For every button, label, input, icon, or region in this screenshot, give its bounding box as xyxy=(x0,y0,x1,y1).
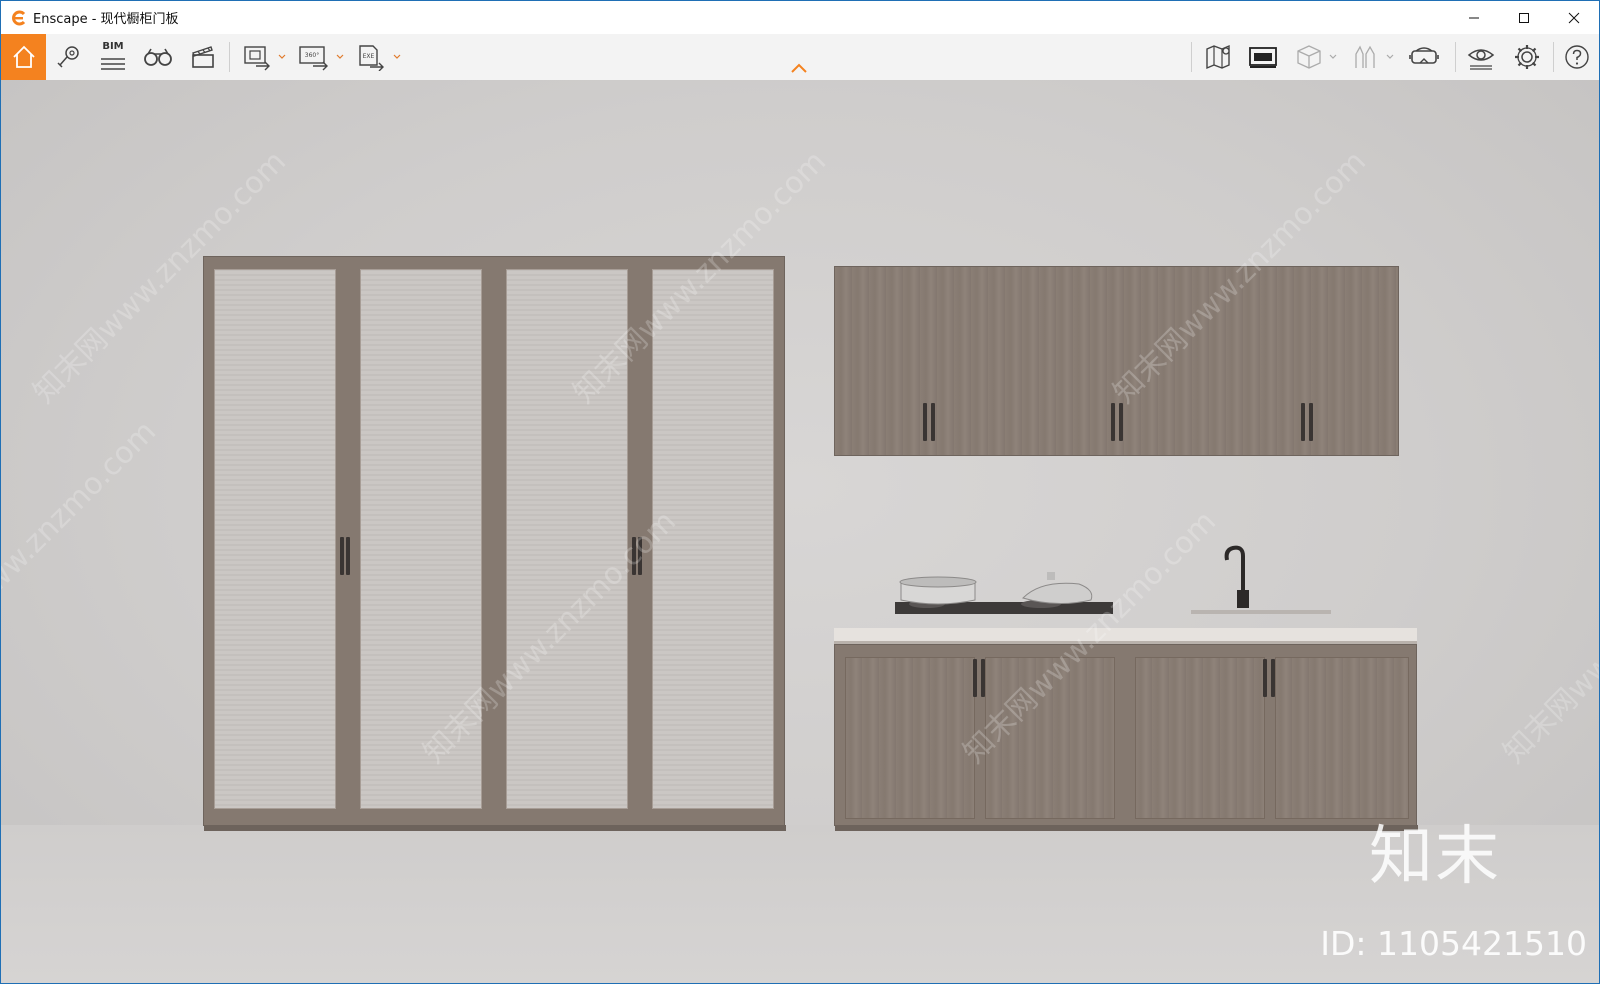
watermark: 知末网www.znzmo.com xyxy=(1496,504,1600,771)
separator xyxy=(1553,42,1554,72)
minimize-icon xyxy=(1469,17,1479,19)
asset-library-icon xyxy=(1249,47,1277,68)
asset-id: ID: 1105421510 xyxy=(1320,924,1587,963)
asset-library-button[interactable] xyxy=(1245,34,1281,80)
countertop xyxy=(834,628,1417,644)
close-button[interactable] xyxy=(1549,1,1599,35)
door-handle xyxy=(931,403,935,441)
export-exe-icon: EXE xyxy=(359,45,384,71)
video-editor-button[interactable] xyxy=(185,34,221,80)
visual-settings-button[interactable] xyxy=(1463,34,1499,80)
vr-button[interactable] xyxy=(1405,34,1443,80)
wok xyxy=(1022,582,1093,605)
people-button[interactable] xyxy=(1347,34,1383,80)
door-handle xyxy=(1111,403,1115,441)
render-panorama-dropdown-icon[interactable] xyxy=(335,51,345,61)
home-icon xyxy=(12,45,35,68)
vr-headset-icon xyxy=(1409,47,1439,64)
brand-watermark: 知末 xyxy=(1369,820,1501,894)
door-handle xyxy=(973,659,977,697)
tall-wardrobe xyxy=(203,256,786,831)
door-handle xyxy=(981,659,985,697)
window-controls xyxy=(1449,1,1599,35)
sink-basin xyxy=(1191,610,1331,614)
wardrobe-door xyxy=(214,269,336,809)
door-handle xyxy=(340,537,344,575)
door-handle xyxy=(1119,403,1123,441)
bim-icon xyxy=(101,58,125,70)
cube-icon xyxy=(1297,45,1321,69)
views-button[interactable] xyxy=(51,34,87,80)
exe-label: EXE xyxy=(363,53,375,60)
close-icon xyxy=(1568,12,1580,24)
maximize-button[interactable] xyxy=(1499,1,1549,35)
map-button[interactable] xyxy=(1201,34,1237,80)
help-icon xyxy=(1565,45,1589,69)
base-cabinet-door xyxy=(1135,657,1265,819)
collapse-toolbar-chevron-icon[interactable] xyxy=(790,62,808,74)
separator xyxy=(229,42,230,72)
people-icon xyxy=(1355,45,1375,68)
door-handle xyxy=(1309,403,1313,441)
help-button[interactable] xyxy=(1559,34,1595,80)
door-handle xyxy=(1263,659,1267,697)
cabinet-plinth xyxy=(835,825,1418,831)
home-button[interactable] xyxy=(1,34,46,80)
panorama-label: 360° xyxy=(305,52,319,59)
door-handle xyxy=(923,403,927,441)
render-image-dropdown-icon[interactable] xyxy=(277,51,287,61)
render-viewport[interactable]: 知末网www.znzmo.com 知末网www.znzmo.com 知末网www… xyxy=(0,80,1600,984)
door-handle xyxy=(1301,403,1305,441)
bim-label: BIM xyxy=(102,41,124,52)
enscape-logo-icon xyxy=(12,10,26,25)
export-exe-button[interactable]: EXE xyxy=(353,34,389,80)
clapperboard-icon xyxy=(192,46,214,68)
title-bar: Enscape - 现代橱柜门板 xyxy=(0,0,1600,34)
wall-cabinet xyxy=(834,266,1399,456)
door-handle xyxy=(1271,659,1275,697)
maximize-icon xyxy=(1519,13,1529,23)
eye-icon xyxy=(1467,49,1495,70)
people-dropdown-icon[interactable] xyxy=(1385,51,1395,61)
cube-button[interactable] xyxy=(1291,34,1327,80)
separator xyxy=(1455,42,1456,72)
map-icon xyxy=(1206,44,1230,70)
location-views-icon xyxy=(57,46,79,68)
cube-dropdown-icon[interactable] xyxy=(1328,51,1338,61)
export-exe-dropdown-icon[interactable] xyxy=(392,51,402,61)
door-handle xyxy=(346,537,350,575)
minimize-button[interactable] xyxy=(1449,1,1499,35)
window-title: Enscape - 现代橱柜门板 xyxy=(33,12,179,27)
base-cabinet xyxy=(834,644,1418,831)
render-image-button[interactable] xyxy=(239,34,275,80)
panorama-360-icon: 360° xyxy=(299,46,328,71)
base-cabinet-door xyxy=(1275,657,1409,819)
render-image-icon xyxy=(244,46,270,71)
binoculars-button[interactable] xyxy=(140,34,176,80)
gear-icon xyxy=(1515,45,1539,69)
render-panorama-button[interactable]: 360° xyxy=(295,34,333,80)
wardrobe-plinth xyxy=(204,825,786,831)
bim-button[interactable]: BIM xyxy=(95,34,131,80)
watermark: 知末网www.znzmo.com xyxy=(0,414,163,681)
separator xyxy=(1191,42,1192,72)
binoculars-icon xyxy=(144,48,172,66)
settings-button[interactable] xyxy=(1509,34,1545,80)
